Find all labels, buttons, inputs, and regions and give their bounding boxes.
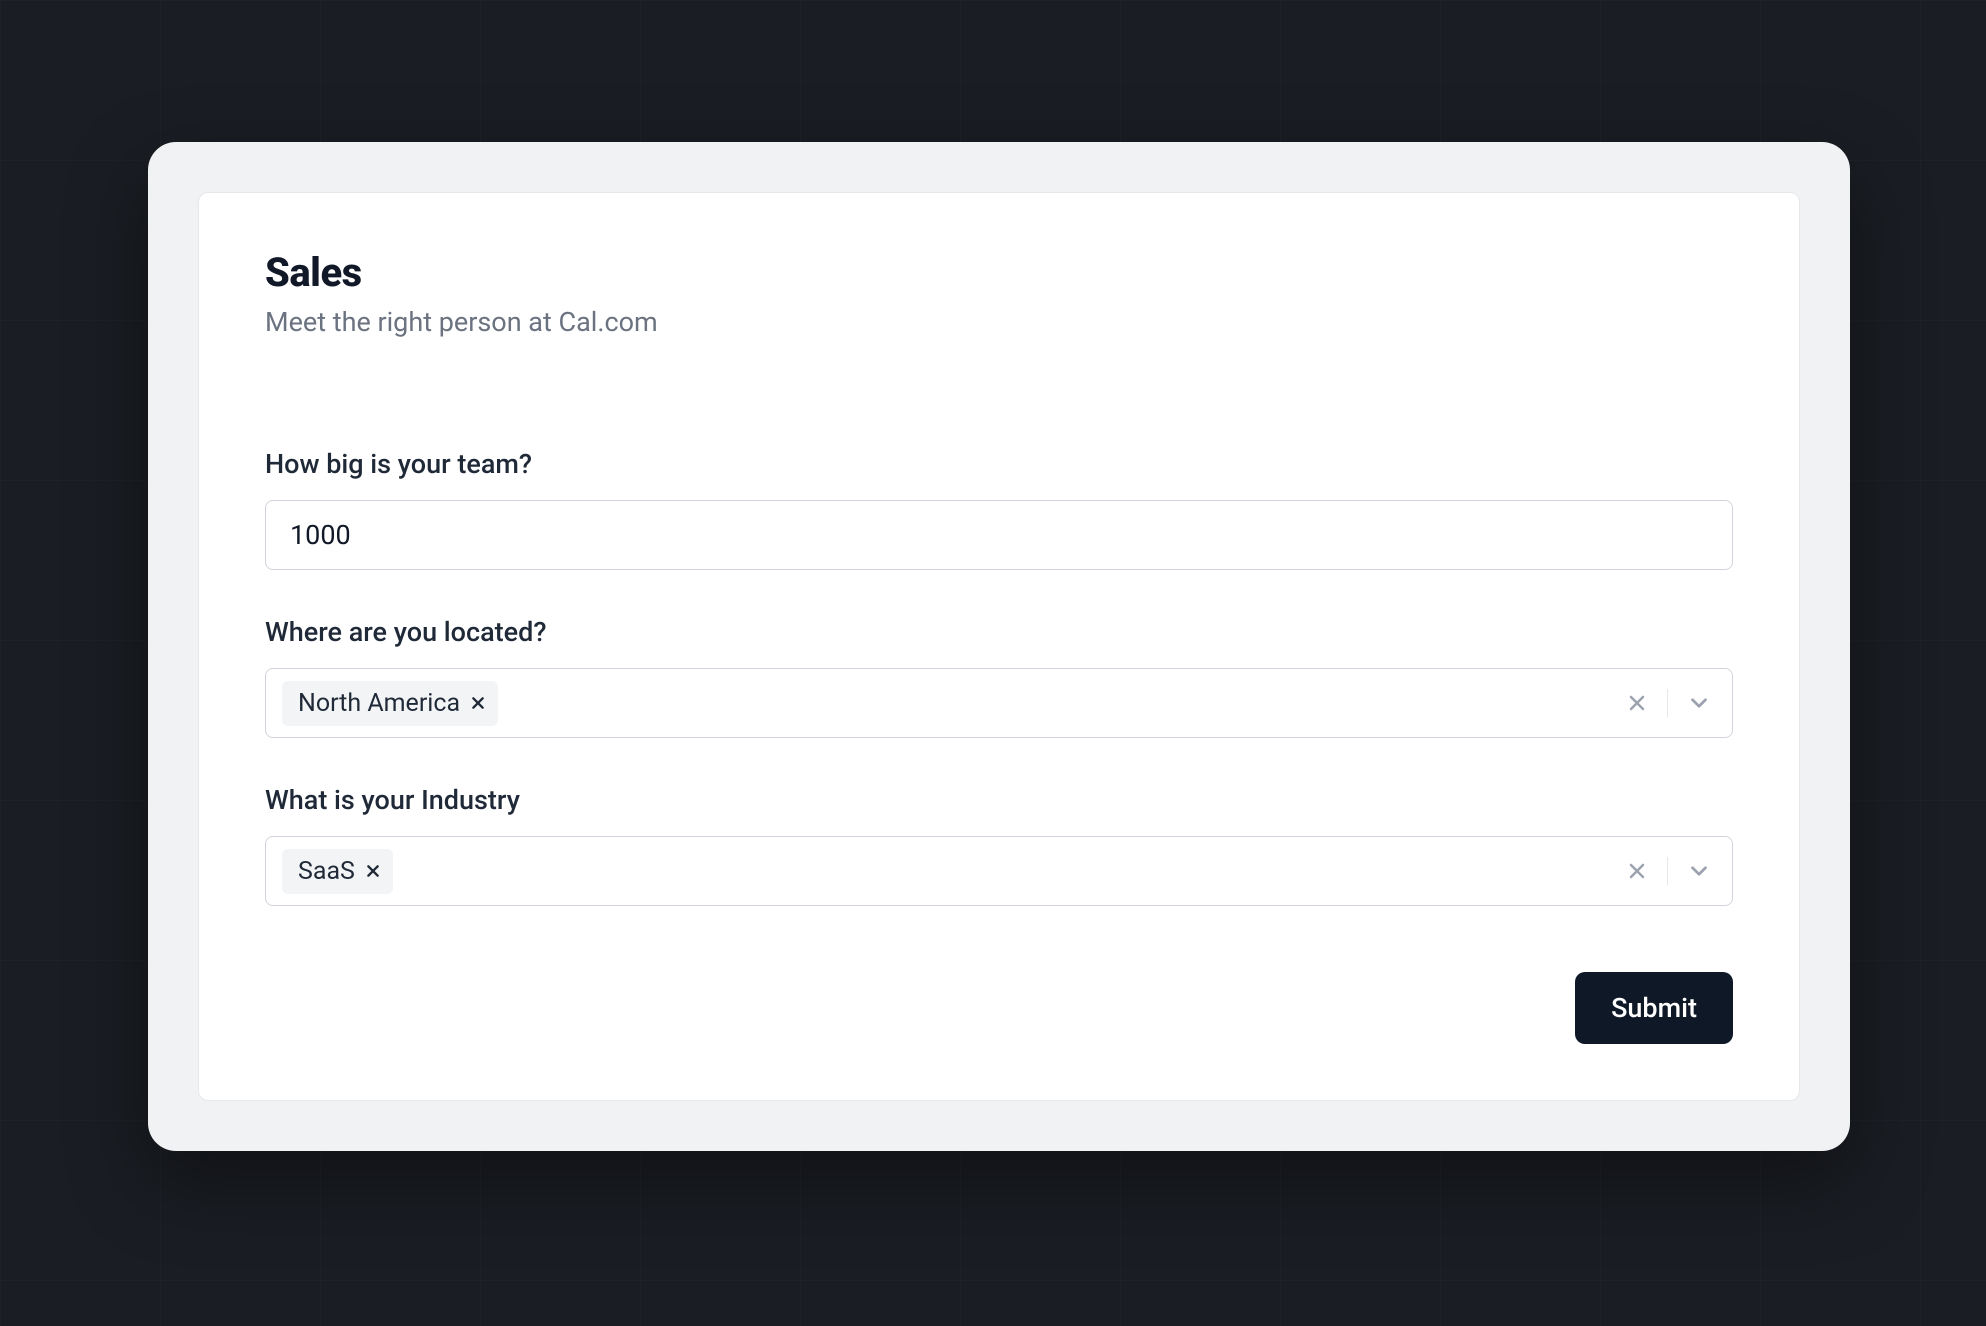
chip-label: SaaS [298, 857, 355, 886]
page-subtitle: Meet the right person at Cal.com [265, 306, 1733, 338]
label-industry: What is your Industry [265, 784, 1733, 816]
industry-select[interactable]: SaaS [265, 836, 1733, 906]
form-footer: Submit [265, 972, 1733, 1044]
chip-industry: SaaS [282, 849, 393, 894]
divider [1667, 689, 1668, 717]
submit-button[interactable]: Submit [1575, 972, 1733, 1044]
select-controls [1625, 689, 1720, 717]
chip-label: North America [298, 689, 460, 718]
close-icon[interactable] [365, 863, 381, 879]
close-icon[interactable] [470, 695, 486, 711]
close-icon[interactable] [1625, 691, 1649, 715]
team-size-input[interactable] [265, 500, 1733, 570]
location-chips: North America [278, 681, 1625, 726]
label-location: Where are you located? [265, 616, 1733, 648]
field-industry: What is your Industry SaaS [265, 784, 1733, 906]
field-team-size: How big is your team? [265, 448, 1733, 570]
chevron-down-icon[interactable] [1686, 858, 1712, 884]
location-select[interactable]: North America [265, 668, 1733, 738]
industry-chips: SaaS [278, 849, 1625, 894]
form-outer-card: Sales Meet the right person at Cal.com H… [148, 142, 1850, 1151]
label-team-size: How big is your team? [265, 448, 1733, 480]
chevron-down-icon[interactable] [1686, 690, 1712, 716]
form-inner-card: Sales Meet the right person at Cal.com H… [198, 192, 1800, 1101]
select-controls [1625, 857, 1720, 885]
page-title: Sales [265, 249, 1733, 296]
close-icon[interactable] [1625, 859, 1649, 883]
field-location: Where are you located? North America [265, 616, 1733, 738]
chip-location: North America [282, 681, 498, 726]
divider [1667, 857, 1668, 885]
